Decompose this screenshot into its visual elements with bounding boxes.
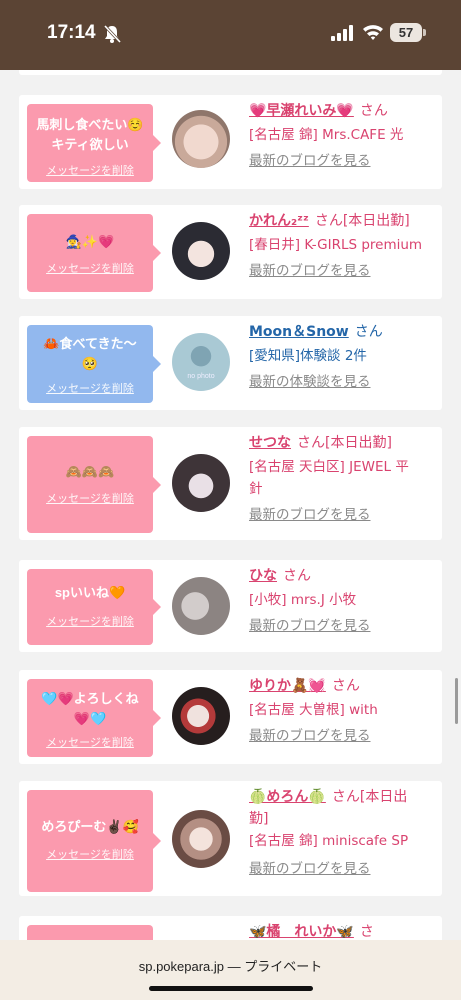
honorific: さん xyxy=(283,568,311,584)
shop-name: [名古屋 錦] miniscafe SP xyxy=(249,833,409,849)
honorific: さん xyxy=(314,213,343,229)
message-bubble: 🦀食べてきた〜 🥺 メッセージを削除 xyxy=(27,325,161,403)
delete-message-link[interactable]: メッセージを削除 xyxy=(27,380,153,396)
delete-message-link[interactable]: メッセージを削除 xyxy=(27,490,153,506)
girl-name-link[interactable]: 🦋橘 れいか🦋 xyxy=(249,924,354,940)
girl-info: ひな さん [小牧] mrs.J 小牧 最新のブログを見る xyxy=(249,565,439,637)
latest-blog-link[interactable]: 最新のブログを見る xyxy=(249,725,439,747)
shop-name: [名古屋 錦] Mrs.CAFE 光 xyxy=(249,127,404,143)
status-time: 17:14 xyxy=(47,22,96,43)
latest-blog-link[interactable]: 最新のブログを見る xyxy=(249,150,439,172)
message-text: 🥺 xyxy=(81,356,99,371)
honorific: さん xyxy=(297,435,325,451)
list-item: 馬刺し食べたい☺️ キティ欲しい メッセージを削除 💗早瀬れいみ💗 さん [名古屋… xyxy=(19,95,442,189)
message-text: 🙈🙈🙈 xyxy=(65,464,115,479)
avatar[interactable] xyxy=(172,454,230,512)
list-item: 🦀食べてきた〜 🥺 メッセージを削除 no photo Moon＆Snow さん … xyxy=(19,316,442,410)
working-today-badge: [本日出 xyxy=(359,789,408,805)
message-list[interactable]: 馬刺し食べたい☺️ キティ欲しい メッセージを削除 💗早瀬れいみ💗 さん [名古屋… xyxy=(0,70,461,940)
list-item: 🦋橘 れいか🦋 さ xyxy=(19,916,442,940)
latest-review-link[interactable]: 最新の体験談を見る xyxy=(249,371,439,393)
shop-name: [名古屋 大曽根] with xyxy=(249,702,378,718)
latest-blog-link[interactable]: 最新のブログを見る xyxy=(249,504,439,526)
list-item: 🧙‍♀️✨💗 メッセージを削除 かれん₂ᶻᶻ さん[本日出勤] [春日井] K-G… xyxy=(19,205,442,299)
girl-info: 💗早瀬れいみ💗 さん [名古屋 錦] Mrs.CAFE 光 最新のブログを見る xyxy=(249,100,439,172)
working-today-badge: [本日出勤] xyxy=(325,435,392,451)
girl-name-link[interactable]: かれん₂ᶻᶻ xyxy=(249,213,309,229)
message-bubble: spいいね🧡 メッセージを削除 xyxy=(27,569,161,645)
user-info: Moon＆Snow さん [愛知県]体験談 2件 最新の体験談を見る xyxy=(249,321,439,393)
avatar[interactable]: no photo xyxy=(172,333,230,391)
latest-blog-link[interactable]: 最新のブログを見る xyxy=(249,858,439,880)
message-bubble: 馬刺し食べたい☺️ キティ欲しい メッセージを削除 xyxy=(27,104,161,182)
working-today-badge: [本日出勤] xyxy=(342,213,410,229)
message-text: 馬刺し食べたい☺️ xyxy=(36,117,144,132)
honorific: さん xyxy=(354,324,383,340)
delete-message-link[interactable]: メッセージを削除 xyxy=(27,846,153,862)
girl-name-link[interactable]: ひな xyxy=(249,568,277,584)
list-item xyxy=(19,70,442,75)
girl-name-link[interactable]: せつな xyxy=(249,435,291,451)
avatar[interactable] xyxy=(172,810,230,868)
avatar[interactable] xyxy=(172,687,230,745)
list-item: spいいね🧡 メッセージを削除 ひな さん [小牧] mrs.J 小牧 最新のブロ… xyxy=(19,560,442,652)
avatar[interactable] xyxy=(172,577,230,635)
url-text[interactable]: sp.pokepara.jp — プライベート xyxy=(0,956,461,975)
shop-name: [名古屋 天白区] JEWEL 平 xyxy=(249,459,409,475)
home-indicator[interactable] xyxy=(149,986,313,991)
list-item: めろぴーむ✌🏿🥰 メッセージを削除 🍈めろん🍈 さん[本日出 勤] [名古屋 錦]… xyxy=(19,781,442,896)
battery-icon: 57 xyxy=(390,23,422,42)
message-text: キティ欲しい xyxy=(51,137,129,152)
bell-slash-icon xyxy=(103,24,122,44)
message-bubble xyxy=(27,925,153,940)
shop-name: [小牧] mrs.J 小牧 xyxy=(249,592,357,608)
status-bar: 17:14 57 xyxy=(0,0,461,70)
message-text: めろぴーむ✌🏿🥰 xyxy=(41,819,139,834)
girl-info: 🍈めろん🍈 さん[本日出 勤] [名古屋 錦] miniscafe SP 最新のブ… xyxy=(249,786,439,880)
honorific: さん xyxy=(331,678,360,694)
list-item: 🩵💗よろしくね 💗🩵 メッセージを削除 ゆりか🧸💓 さん [名古屋 大曽根] wi… xyxy=(19,670,442,764)
honorific: さん xyxy=(331,789,360,805)
girl-info: せつな さん[本日出勤] [名古屋 天白区] JEWEL 平 針 最新のブログを見… xyxy=(249,432,439,526)
girl-info: かれん₂ᶻᶻ さん[本日出勤] [春日井] K-GIRLS premium 最新の… xyxy=(249,210,439,282)
message-text: 💗🩵 xyxy=(73,711,107,726)
latest-blog-link[interactable]: 最新のブログを見る xyxy=(249,615,439,637)
honorific: さん xyxy=(359,103,388,119)
working-today-badge-cont: 勤] xyxy=(249,811,269,827)
list-item: 🙈🙈🙈 メッセージを削除 せつな さん[本日出勤] [名古屋 天白区] JEWEL… xyxy=(19,427,442,540)
girl-info: ゆりか🧸💓 さん [名古屋 大曽根] with 最新のブログを見る xyxy=(249,675,439,747)
honorific: さ xyxy=(359,924,374,940)
shop-name: [春日井] K-GIRLS premium xyxy=(249,237,423,253)
delete-message-link[interactable]: メッセージを削除 xyxy=(27,162,153,178)
user-name-link[interactable]: Moon＆Snow xyxy=(249,324,349,340)
girl-name-link[interactable]: 🍈めろん🍈 xyxy=(249,789,326,805)
girl-info: 🦋橘 れいか🦋 さ xyxy=(249,921,439,940)
avatar[interactable] xyxy=(172,110,230,168)
girl-name-link[interactable]: 💗早瀬れいみ💗 xyxy=(249,103,354,119)
message-text: 🩵💗よろしくね xyxy=(41,691,139,706)
message-bubble: 🧙‍♀️✨💗 メッセージを削除 xyxy=(27,214,161,292)
message-text: spいいね🧡 xyxy=(54,585,126,600)
scrollbar-thumb[interactable] xyxy=(455,678,458,724)
wifi-icon xyxy=(363,25,383,40)
girl-name-link[interactable]: ゆりか🧸💓 xyxy=(249,678,326,694)
avatar[interactable] xyxy=(172,222,230,280)
browser-address-bar[interactable]: sp.pokepara.jp — プライベート xyxy=(0,940,461,1000)
no-photo-label: no photo xyxy=(187,373,215,380)
latest-blog-link[interactable]: 最新のブログを見る xyxy=(249,260,439,282)
message-bubble: めろぴーむ✌🏿🥰 メッセージを削除 xyxy=(27,790,161,892)
message-text: 🧙‍♀️✨💗 xyxy=(65,234,115,249)
shop-name-cont: 針 xyxy=(249,481,263,497)
delete-message-link[interactable]: メッセージを削除 xyxy=(27,734,153,750)
message-text: 🦀食べてきた〜 xyxy=(43,336,137,351)
delete-message-link[interactable]: メッセージを削除 xyxy=(27,613,153,629)
signal-icon xyxy=(331,25,353,41)
delete-message-link[interactable]: メッセージを削除 xyxy=(27,260,153,276)
message-bubble: 🙈🙈🙈 メッセージを削除 xyxy=(27,436,161,533)
battery-tip xyxy=(423,29,426,36)
message-bubble: 🩵💗よろしくね 💗🩵 メッセージを削除 xyxy=(27,679,161,757)
review-count: [愛知県]体験談 2件 xyxy=(249,348,367,364)
